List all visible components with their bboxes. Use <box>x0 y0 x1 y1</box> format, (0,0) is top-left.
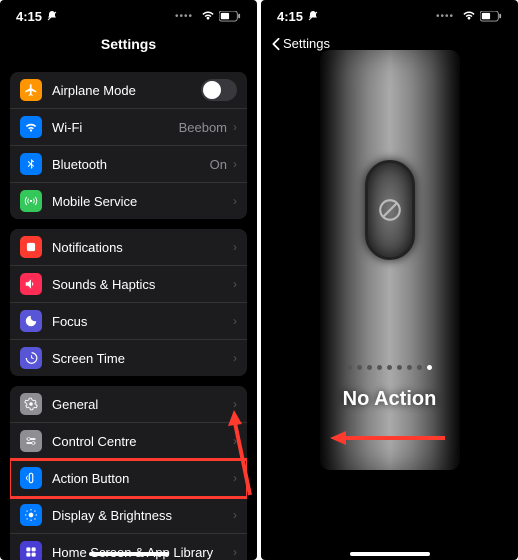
row-label: General <box>52 397 233 412</box>
chevron-right-icon: › <box>233 351 237 365</box>
notifications-icon <box>20 236 42 258</box>
page-dot[interactable] <box>407 365 412 370</box>
chevron-right-icon: › <box>233 397 237 411</box>
settings-row-mobile-service[interactable]: Mobile Service› <box>10 183 247 219</box>
battery-icon <box>480 11 502 22</box>
row-label: Control Centre <box>52 434 233 449</box>
settings-row-home-screen-app-library[interactable]: Home Screen & App Library› <box>10 534 247 560</box>
action-button-icon <box>20 467 42 489</box>
annotation-arrow-left <box>330 428 450 448</box>
settings-row-wi-fi[interactable]: Wi-FiBeebom › <box>10 109 247 146</box>
row-label: Bluetooth <box>52 157 210 172</box>
settings-row-action-button[interactable]: Action Button› <box>10 460 247 497</box>
airplane-icon <box>20 79 42 101</box>
row-label: Airplane Mode <box>52 83 201 98</box>
settings-row-sounds-haptics[interactable]: Sounds & Haptics› <box>10 266 247 303</box>
row-label: Wi-Fi <box>52 120 179 135</box>
focus-icon <box>20 310 42 332</box>
home-indicator <box>350 552 430 556</box>
settings-row-control-centre[interactable]: Control Centre› <box>10 423 247 460</box>
settings-row-bluetooth[interactable]: BluetoothOn › <box>10 146 247 183</box>
wifi-status-icon <box>462 11 476 21</box>
row-label: Sounds & Haptics <box>52 277 233 292</box>
settings-header: Settings <box>0 28 257 62</box>
chevron-right-icon: › <box>233 157 237 171</box>
row-detail: On <box>210 157 227 172</box>
bluetooth-icon <box>20 153 42 175</box>
home-screen-icon <box>20 541 42 560</box>
page-indicator[interactable] <box>347 365 432 370</box>
annotation-arrow-up <box>228 410 257 500</box>
settings-row-airplane-mode[interactable]: Airplane Mode <box>10 72 247 109</box>
chevron-left-icon <box>271 37 281 51</box>
silent-icon <box>46 10 58 22</box>
screentime-icon <box>20 347 42 369</box>
row-label: Display & Brightness <box>52 508 233 523</box>
wifi-icon <box>20 116 42 138</box>
page-dot[interactable] <box>357 365 362 370</box>
airplane-toggle[interactable] <box>201 79 237 101</box>
settings-row-general[interactable]: General› <box>10 386 247 423</box>
status-time: 4:15 <box>16 9 42 24</box>
action-button-screen: 4:15 •••• Settings No Action <box>261 0 518 560</box>
settings-row-screen-time[interactable]: Screen Time› <box>10 340 247 376</box>
row-label: Focus <box>52 314 233 329</box>
row-label: Screen Time <box>52 351 233 366</box>
page-dot[interactable] <box>367 365 372 370</box>
row-label: Action Button <box>52 471 233 486</box>
action-button-shape <box>365 160 415 260</box>
settings-group-network: Airplane ModeWi-FiBeebom›BluetoothOn›Mob… <box>10 72 247 219</box>
chevron-right-icon: › <box>233 120 237 134</box>
silent-icon <box>307 10 319 22</box>
control-centre-icon <box>20 430 42 452</box>
row-label: Mobile Service <box>52 194 233 209</box>
wifi-status-icon <box>201 11 215 21</box>
action-button-header: Settings <box>261 28 518 44</box>
settings-group-general: General›Control Centre›Action Button›Dis… <box>10 386 247 560</box>
chevron-right-icon: › <box>233 240 237 254</box>
status-bar: 4:15 •••• <box>0 0 257 28</box>
page-dot[interactable] <box>377 365 382 370</box>
home-indicator <box>89 552 169 556</box>
settings-screen: 4:15 •••• Settings Airplane Mode Wi-FiBee… <box>0 0 257 560</box>
chevron-right-icon: › <box>233 545 237 559</box>
cell-signal-icon: •••• <box>436 11 454 22</box>
chevron-right-icon: › <box>233 277 237 291</box>
general-icon <box>20 393 42 415</box>
display-icon <box>20 504 42 526</box>
page-dot[interactable] <box>387 365 392 370</box>
action-button-preview[interactable]: No Action <box>261 60 518 560</box>
page-dot[interactable] <box>347 365 352 370</box>
settings-group-alerts: Notifications›Sounds & Haptics›Focus›Scr… <box>10 229 247 376</box>
status-bar: 4:15 •••• <box>261 0 518 28</box>
page-dot[interactable] <box>397 365 402 370</box>
chevron-right-icon: › <box>233 194 237 208</box>
chevron-right-icon: › <box>233 508 237 522</box>
action-mode-title: No Action <box>343 388 437 411</box>
row-detail: Beebom <box>179 120 227 135</box>
no-action-icon <box>377 197 403 223</box>
page-title: Settings <box>101 36 156 52</box>
chevron-right-icon: › <box>233 314 237 328</box>
settings-row-notifications[interactable]: Notifications› <box>10 229 247 266</box>
sounds-icon <box>20 273 42 295</box>
status-time: 4:15 <box>277 9 303 24</box>
cellular-icon <box>20 190 42 212</box>
cell-signal-icon: •••• <box>175 11 193 22</box>
page-dot[interactable] <box>427 365 432 370</box>
settings-row-focus[interactable]: Focus› <box>10 303 247 340</box>
settings-row-display-brightness[interactable]: Display & Brightness› <box>10 497 247 534</box>
row-label: Notifications <box>52 240 233 255</box>
page-dot[interactable] <box>417 365 422 370</box>
battery-icon <box>219 11 241 22</box>
back-button[interactable]: Settings <box>271 36 330 51</box>
back-label: Settings <box>283 36 330 51</box>
